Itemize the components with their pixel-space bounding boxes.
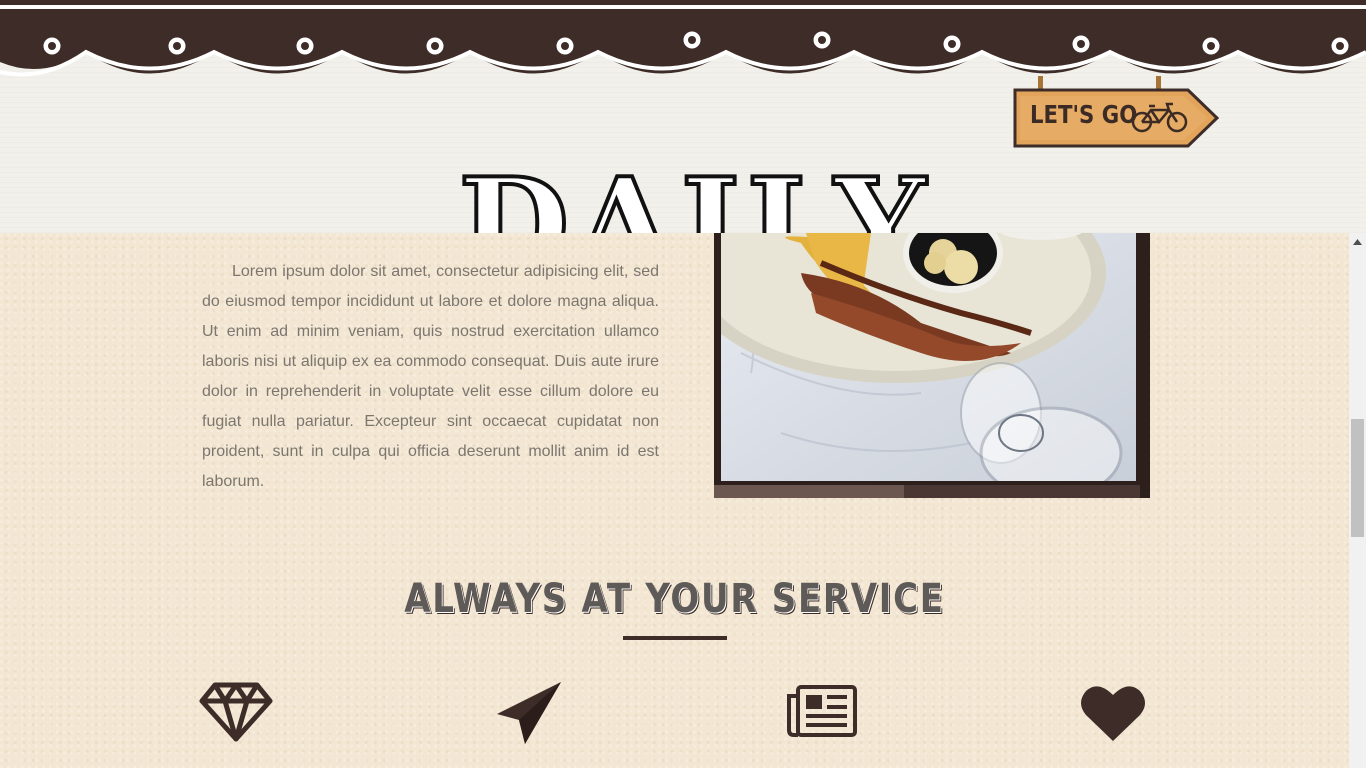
breakfast-photo bbox=[721, 233, 1136, 481]
about-paragraph: Lorem ipsum dolor sit amet, consectetur … bbox=[202, 263, 659, 490]
frame-edge-light bbox=[714, 485, 904, 498]
newspaper-icon bbox=[787, 685, 857, 737]
vertical-scrollbar[interactable] bbox=[1349, 233, 1366, 768]
scrollbar-thumb[interactable] bbox=[1351, 419, 1364, 537]
services-title-underline bbox=[623, 636, 727, 640]
daily-heading-text: DAILY bbox=[458, 151, 931, 233]
main-section: Lorem ipsum dolor sit amet, consectetur … bbox=[0, 233, 1349, 768]
daily-heading: DAILY bbox=[456, 150, 931, 233]
frame-edge-dark bbox=[904, 485, 1140, 498]
diamond-icon bbox=[199, 682, 273, 742]
site-header: LET'S GO DAILY bbox=[0, 0, 1366, 233]
lets-go-label[interactable]: LET'S GO bbox=[1030, 100, 1137, 129]
heart-icon bbox=[1081, 686, 1145, 741]
paper-plane-icon bbox=[497, 682, 561, 744]
bicycle-icon bbox=[1131, 102, 1188, 133]
scroll-up-arrow-icon[interactable] bbox=[1349, 233, 1366, 250]
breakfast-photo-frame bbox=[714, 233, 1150, 498]
services-title: ALWAYS AT YOUR SERVICE bbox=[404, 576, 945, 622]
